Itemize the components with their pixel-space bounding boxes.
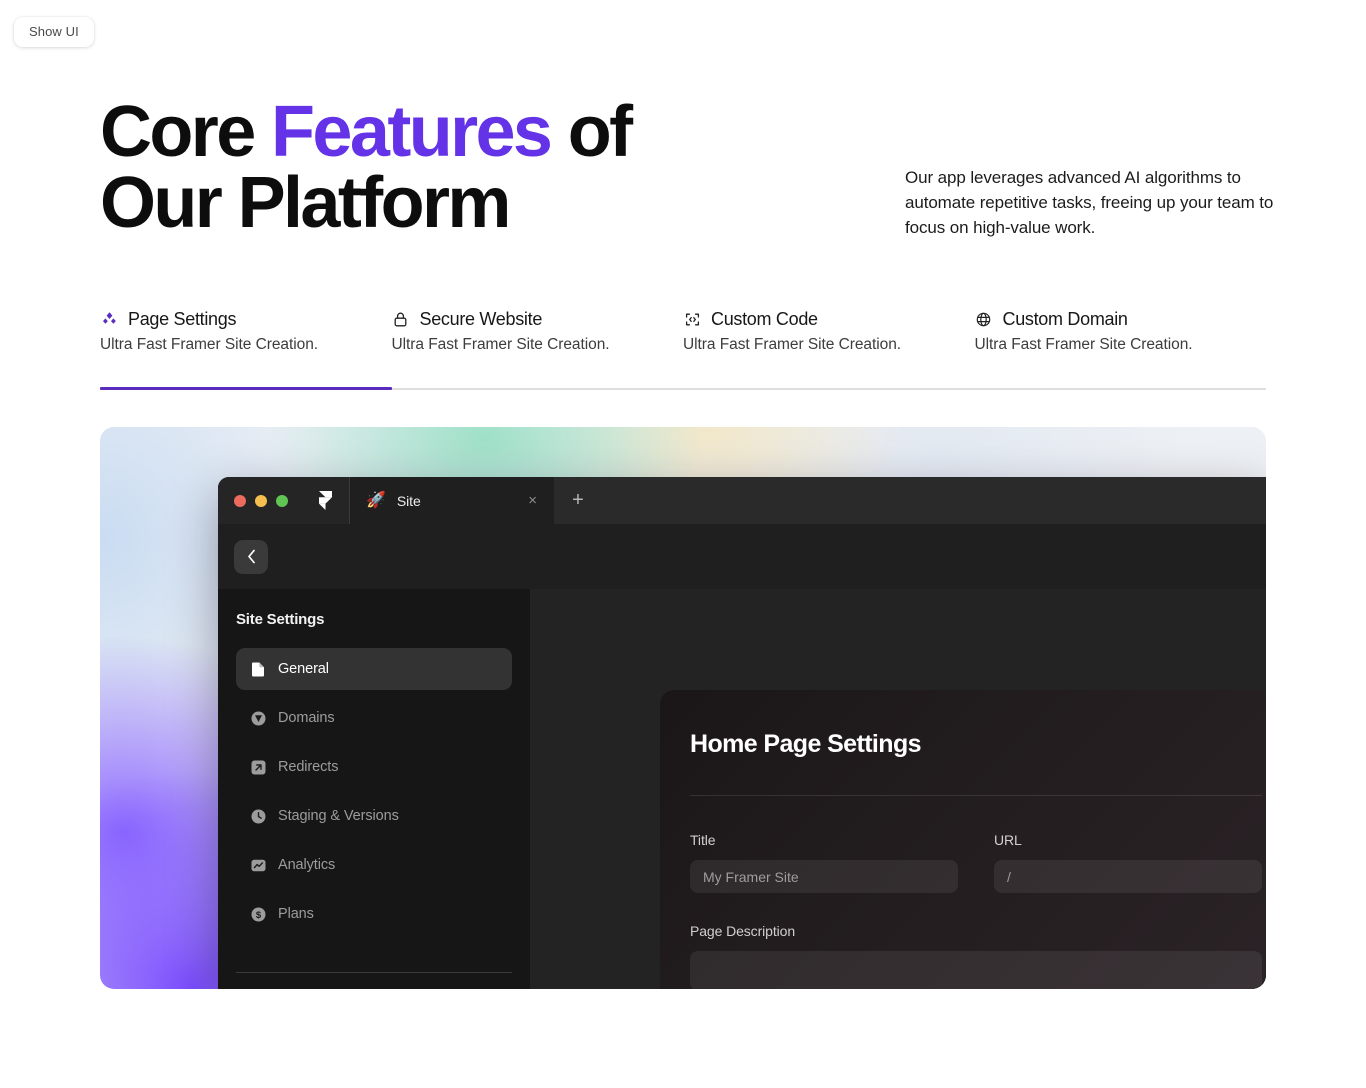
settings-content: Home Page Settings Title My Framer Site … — [530, 589, 1266, 989]
browser-tab-title: Site — [396, 492, 421, 509]
back-button[interactable] — [234, 539, 268, 574]
sidebar-item-redirects[interactable]: Redirects — [236, 746, 512, 788]
feature-tabs: Page Settings Ultra Fast Framer Site Cre… — [100, 305, 1267, 391]
home-page-settings-panel: Home Page Settings Title My Framer Site … — [660, 690, 1266, 989]
dollar-icon: $ — [250, 906, 266, 922]
browser-tab-site[interactable]: 🚀 Site × — [350, 477, 554, 524]
minimize-window-button[interactable] — [255, 494, 267, 507]
page-title: Core Features of Our Platform — [100, 96, 800, 239]
tab-custom-code[interactable]: Custom Code Ultra Fast Framer Site Creat… — [683, 305, 975, 388]
sidebar-item-label: Staging & Versions — [278, 808, 399, 824]
tab-label: Page Settings — [128, 308, 237, 329]
hero-section: Core Features of Our Platform Our app le… — [100, 96, 1273, 239]
tab-secure-website[interactable]: Secure Website Ultra Fast Framer Site Cr… — [392, 305, 684, 388]
new-tab-button[interactable]: + — [554, 477, 602, 524]
title-line-2: Our Platform — [100, 162, 511, 243]
url-field-group: URL / — [994, 832, 1262, 893]
close-tab-icon[interactable]: × — [525, 491, 540, 510]
clock-icon — [250, 808, 266, 824]
tab-label: Custom Code — [711, 308, 818, 329]
close-window-button[interactable] — [234, 494, 246, 507]
url-field-label: URL — [994, 832, 1022, 848]
sidebar-item-label: General — [278, 661, 329, 677]
redirects-icon — [250, 759, 266, 775]
tab-description: Ultra Fast Framer Site Creation. — [974, 336, 1193, 353]
sidebar-item-general[interactable]: General — [236, 648, 512, 690]
tab-description: Ultra Fast Framer Site Creation. — [391, 336, 610, 353]
tab-description: Ultra Fast Framer Site Creation. — [683, 336, 902, 353]
browser-chrome: 🚀 Site × + — [218, 477, 1266, 524]
showcase-card: 🚀 Site × + Site Settings General Domains… — [100, 427, 1266, 989]
title-part-2: of — [550, 92, 633, 172]
title-field-group: Title My Framer Site — [690, 832, 958, 893]
panel-divider — [690, 795, 1262, 796]
svg-text:$: $ — [255, 910, 261, 921]
page-description-group: Page Description — [690, 923, 1262, 989]
browser-toolbar — [218, 524, 1266, 589]
analytics-icon — [250, 857, 266, 873]
panel-title: Home Page Settings — [690, 730, 922, 758]
sparkle-diamond-icon — [100, 310, 118, 328]
window-traffic-lights — [218, 477, 302, 524]
sidebar-item-analytics[interactable]: Analytics — [236, 844, 512, 886]
browser-body: Site Settings General Domains Redirects … — [218, 589, 1266, 989]
maximize-window-button[interactable] — [276, 494, 288, 507]
settings-sidebar: Site Settings General Domains Redirects … — [218, 589, 530, 989]
rocket-icon: 🚀 — [366, 491, 386, 509]
title-part-1: Core — [100, 92, 272, 172]
page-icon — [250, 661, 266, 677]
hero-subtitle: Our app leverages advanced AI algorithms… — [905, 168, 1274, 238]
sidebar-item-domains[interactable]: Domains — [236, 697, 512, 739]
code-brackets-icon — [683, 310, 701, 328]
url-input[interactable]: / — [994, 860, 1262, 893]
sidebar-item-label: Analytics — [278, 857, 336, 873]
lock-icon — [392, 310, 410, 328]
sidebar-item-plans[interactable]: $ Plans — [236, 893, 512, 935]
framer-logo-icon[interactable] — [302, 477, 350, 524]
title-accent: Features — [271, 92, 553, 172]
tab-page-settings[interactable]: Page Settings Ultra Fast Framer Site Cre… — [100, 305, 392, 391]
tab-description: Ultra Fast Framer Site Creation. — [100, 336, 319, 353]
sidebar-item-staging-versions[interactable]: Staging & Versions — [236, 795, 512, 837]
chrome-drag-area — [602, 477, 1266, 524]
sidebar-title: Site Settings — [236, 611, 325, 628]
title-field-label: Title — [690, 832, 716, 848]
tab-custom-domain[interactable]: Custom Domain Ultra Fast Framer Site Cre… — [975, 305, 1267, 388]
show-ui-button[interactable]: Show UI — [14, 17, 94, 47]
sidebar-item-label: Plans — [278, 906, 314, 922]
page-description-label: Page Description — [690, 923, 796, 939]
field-row: Title My Framer Site URL / — [690, 832, 1262, 893]
tab-label: Custom Domain — [1002, 308, 1128, 329]
domains-icon — [250, 710, 266, 726]
tab-label: Secure Website — [419, 308, 543, 329]
page-description-input[interactable] — [690, 951, 1262, 989]
browser-mockup: 🚀 Site × + Site Settings General Domains… — [218, 477, 1266, 989]
sidebar-item-label: Domains — [278, 710, 335, 726]
sidebar-item-label: Redirects — [278, 759, 339, 775]
sidebar-divider — [236, 972, 512, 973]
title-input[interactable]: My Framer Site — [690, 860, 958, 893]
globe-icon — [975, 310, 993, 328]
